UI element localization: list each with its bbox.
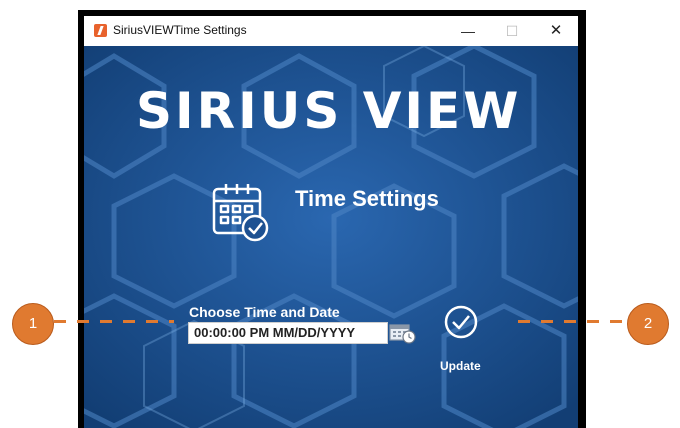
sirius-view-logo: SIRIUS VIEW: [136, 82, 522, 140]
update-button[interactable]: Update: [440, 359, 481, 373]
section-title: Time Settings: [295, 186, 439, 211]
check-circle-icon[interactable]: [442, 303, 480, 341]
settings-window: SiriusVIEWTime Settings — ☐ ✕ SIRIUS VIE…: [84, 16, 578, 428]
datetime-label: Choose Time and Date: [189, 304, 340, 320]
callout-marker-2: 2: [627, 303, 669, 345]
minimize-button[interactable]: —: [446, 19, 490, 43]
datetime-input[interactable]: 00:00:00 PM MM/DD/YYYY: [188, 322, 388, 344]
maximize-button[interactable]: ☐: [490, 19, 534, 43]
window-title: SiriusVIEWTime Settings: [113, 23, 247, 37]
app-logo-icon: [94, 24, 107, 37]
callout-1-leader: [54, 320, 174, 323]
client-area: SIRIUS VIEW Time Settings Choose Time an…: [84, 46, 578, 428]
calendar-check-icon: [212, 184, 269, 242]
close-button[interactable]: ✕: [534, 19, 578, 43]
title-bar[interactable]: SiriusVIEWTime Settings — ☐ ✕: [84, 16, 578, 46]
callout-marker-1: 1: [12, 303, 54, 345]
callout-2-leader: [518, 320, 626, 323]
calendar-clock-icon[interactable]: [389, 322, 417, 344]
